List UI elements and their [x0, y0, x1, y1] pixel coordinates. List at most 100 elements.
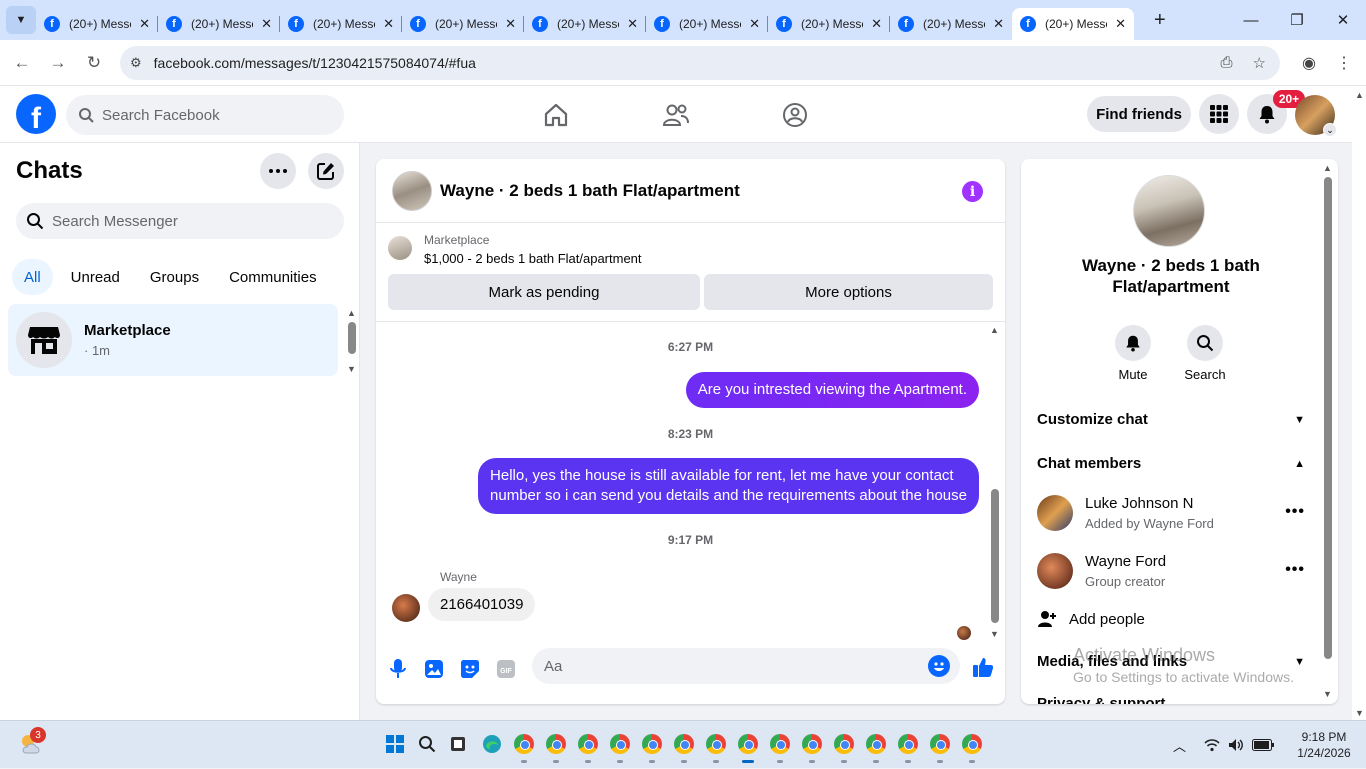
- search-action[interactable]: Search: [1175, 325, 1235, 382]
- edge-icon[interactable]: [482, 734, 502, 754]
- listing-title[interactable]: $1,000 - 2 beds 1 bath Flat/apartment: [424, 251, 642, 266]
- browser-tab[interactable]: f (20+) Messenger ✕: [524, 8, 646, 40]
- close-icon[interactable]: ✕: [871, 16, 882, 32]
- chrome-icon[interactable]: [514, 734, 534, 754]
- sticker-icon[interactable]: [458, 657, 482, 681]
- install-app-icon[interactable]: ⎙: [1221, 54, 1233, 72]
- chrome-icon[interactable]: [770, 734, 790, 754]
- privacy-support-section[interactable]: Privacy & support: [1037, 695, 1165, 704]
- chat-options-button[interactable]: [260, 153, 296, 189]
- profile-icon[interactable]: ◉: [1302, 53, 1316, 73]
- close-icon[interactable]: ✕: [139, 16, 150, 32]
- browser-tab[interactable]: f (20+) Messenger ✕: [36, 8, 158, 40]
- browser-tab-active[interactable]: f (20+) Messenger ✕: [1012, 8, 1134, 40]
- battery-icon[interactable]: [1252, 739, 1274, 751]
- filter-unread[interactable]: Unread: [59, 259, 132, 295]
- gif-icon[interactable]: GIF: [494, 657, 518, 681]
- restore-icon[interactable]: ❐: [1274, 0, 1320, 40]
- listing-photo-avatar[interactable]: [1133, 175, 1205, 247]
- account-avatar[interactable]: ⌄: [1295, 95, 1337, 137]
- chrome-icon[interactable]: [546, 734, 566, 754]
- listing-thumbnail[interactable]: [388, 236, 412, 260]
- message-scrollbar[interactable]: ▲ ▼: [989, 323, 1001, 643]
- menu-grid-button[interactable]: [1199, 94, 1239, 134]
- bookmark-star-icon[interactable]: ☆: [1253, 54, 1266, 72]
- facebook-search-input[interactable]: Search Facebook: [66, 95, 344, 135]
- photo-icon[interactable]: [422, 657, 446, 681]
- browser-tab[interactable]: f (20+) Messenger ✕: [402, 8, 524, 40]
- site-settings-icon[interactable]: ⚙: [130, 55, 142, 71]
- close-icon[interactable]: ✕: [383, 16, 394, 32]
- close-icon[interactable]: ✕: [749, 16, 760, 32]
- taskbar-clock[interactable]: 9:18 PM 1/24/2026: [1282, 729, 1366, 761]
- home-icon[interactable]: [541, 100, 571, 130]
- info-icon[interactable]: i: [962, 181, 983, 202]
- page-scrollbar[interactable]: ▲ ▼: [1352, 86, 1366, 720]
- member-avatar[interactable]: [1037, 553, 1073, 589]
- conversation-item-marketplace[interactable]: Marketplace · 1m: [8, 304, 338, 376]
- conversation-title[interactable]: Wayne · 2 beds 1 bath Flat/apartment: [440, 181, 740, 201]
- chrome-icon-active[interactable]: [738, 734, 758, 754]
- browser-tab[interactable]: f (20+) Messenger ✕: [158, 8, 280, 40]
- kebab-menu-icon[interactable]: ⋮: [1336, 53, 1352, 73]
- conversation-avatar[interactable]: [392, 171, 432, 211]
- chrome-icon[interactable]: [802, 734, 822, 754]
- chrome-icon[interactable]: [866, 734, 886, 754]
- new-tab-button[interactable]: +: [1154, 9, 1166, 32]
- tab-search-button[interactable]: ▼: [6, 6, 36, 34]
- thumbs-up-icon[interactable]: [971, 655, 995, 679]
- close-icon[interactable]: ✕: [627, 16, 638, 32]
- member-avatar[interactable]: [1037, 495, 1073, 531]
- sender-avatar[interactable]: [392, 594, 420, 622]
- customize-chat-section[interactable]: Customize chat ▼: [1037, 411, 1305, 428]
- browser-tab[interactable]: f (20+) Messenger ✕: [768, 8, 890, 40]
- task-view-icon[interactable]: [450, 736, 466, 752]
- new-message-button[interactable]: [308, 153, 344, 189]
- wifi-icon[interactable]: [1204, 738, 1220, 752]
- windows-start-icon[interactable]: [386, 735, 404, 753]
- member-item[interactable]: Wayne Ford Group creator •••: [1037, 549, 1305, 593]
- chrome-icon[interactable]: [930, 734, 950, 754]
- chrome-icon[interactable]: [674, 734, 694, 754]
- more-dots-icon[interactable]: •••: [1285, 503, 1305, 521]
- chrome-icon[interactable]: [578, 734, 598, 754]
- minimize-icon[interactable]: —: [1228, 0, 1274, 40]
- volume-icon[interactable]: [1228, 738, 1244, 752]
- chrome-icon[interactable]: [962, 734, 982, 754]
- close-icon[interactable]: ✕: [261, 16, 272, 32]
- browser-tab[interactable]: f (20+) Messenger ✕: [646, 8, 768, 40]
- filter-groups[interactable]: Groups: [138, 259, 211, 295]
- find-friends-button[interactable]: Find friends: [1087, 96, 1191, 132]
- outgoing-message[interactable]: Hello, yes the house is still available …: [478, 458, 979, 514]
- chrome-icon[interactable]: [898, 734, 918, 754]
- add-people-button[interactable]: Add people: [1037, 609, 1145, 629]
- close-icon[interactable]: ✕: [505, 16, 516, 32]
- outgoing-message[interactable]: Are you intrested viewing the Apartment.: [685, 372, 979, 408]
- filter-all[interactable]: All: [12, 259, 53, 295]
- chrome-icon[interactable]: [706, 734, 726, 754]
- close-icon[interactable]: ✕: [1115, 16, 1126, 32]
- mark-as-pending-button[interactable]: Mark as pending: [388, 274, 700, 310]
- friends-icon[interactable]: [661, 100, 691, 130]
- chrome-icon[interactable]: [834, 734, 854, 754]
- groups-icon[interactable]: [780, 100, 810, 130]
- forward-arrow-icon[interactable]: →: [40, 53, 76, 73]
- microphone-icon[interactable]: [386, 657, 410, 681]
- mute-action[interactable]: Mute: [1103, 325, 1163, 382]
- more-dots-icon[interactable]: •••: [1285, 561, 1305, 579]
- browser-tab[interactable]: f (20+) Messenger ✕: [280, 8, 402, 40]
- close-icon[interactable]: ✕: [993, 16, 1004, 32]
- close-window-icon[interactable]: ✕: [1320, 0, 1366, 40]
- search-icon[interactable]: [418, 735, 436, 753]
- chrome-icon[interactable]: [610, 734, 630, 754]
- chevron-up-icon[interactable]: ︿: [1173, 736, 1186, 755]
- more-options-button[interactable]: More options: [704, 274, 993, 310]
- facebook-logo-icon[interactable]: f: [16, 94, 56, 134]
- emoji-icon[interactable]: [928, 655, 950, 677]
- messenger-search-input[interactable]: Search Messenger: [16, 203, 344, 239]
- member-item[interactable]: Luke Johnson N Added by Wayne Ford •••: [1037, 491, 1305, 535]
- url-field[interactable]: ⚙ facebook.com/messages/t/12304215750840…: [120, 46, 1280, 80]
- chrome-icon[interactable]: [642, 734, 662, 754]
- incoming-message[interactable]: 2166401039: [428, 588, 536, 621]
- filter-communities[interactable]: Communities: [217, 259, 329, 295]
